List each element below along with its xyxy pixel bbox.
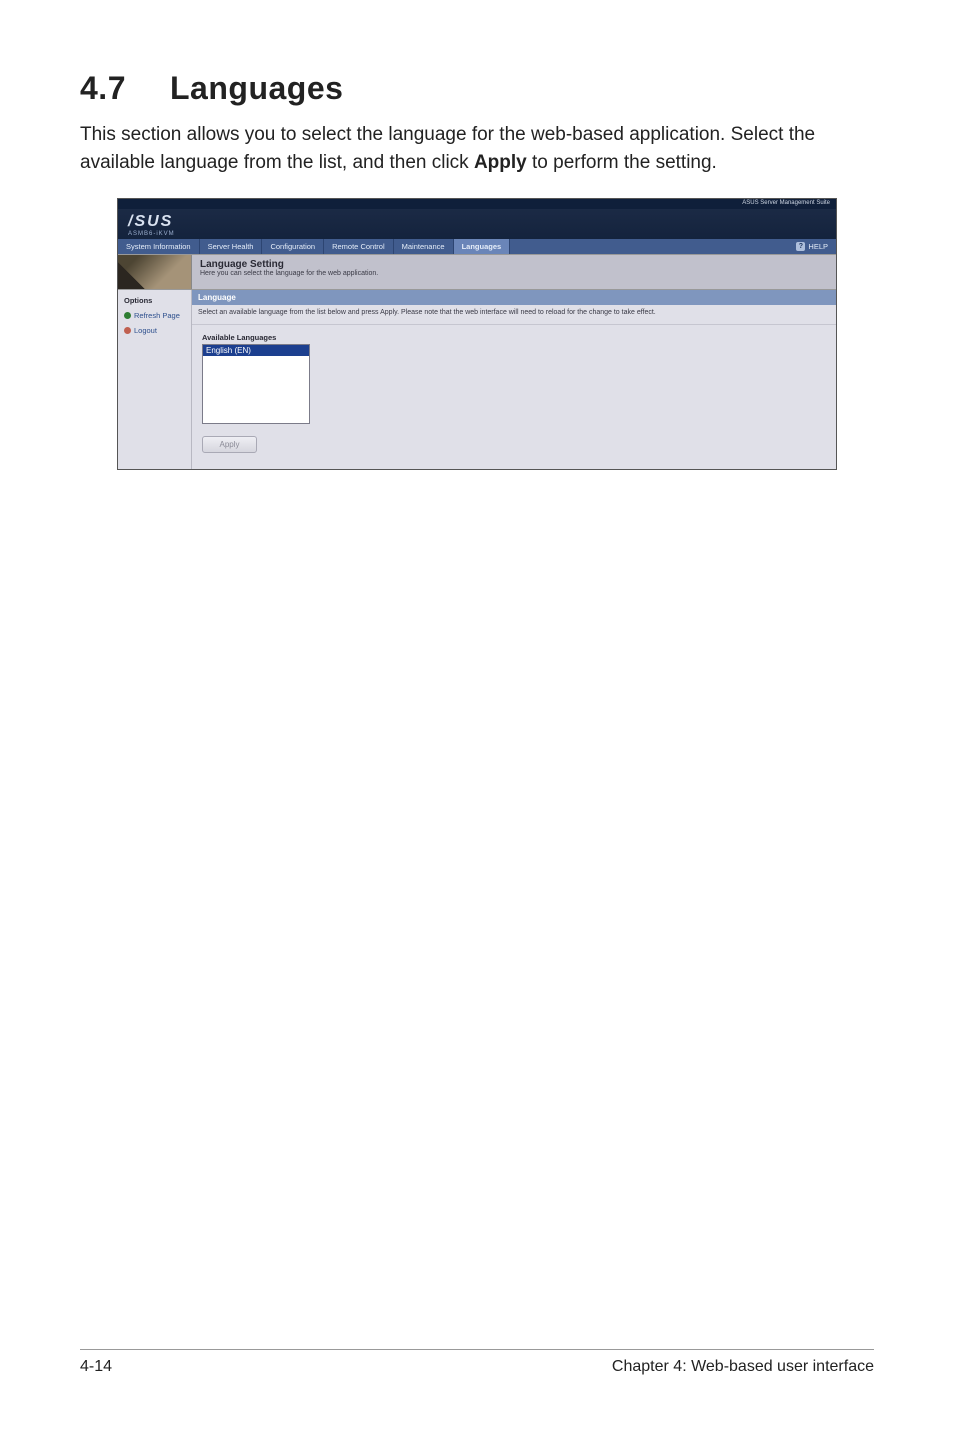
language-listbox[interactable]: English (EN) [202, 344, 310, 424]
tab-languages[interactable]: Languages [454, 239, 511, 254]
page-footer: 4-14 Chapter 4: Web-based user interface [80, 1349, 874, 1376]
refresh-icon [124, 312, 131, 319]
app-window: ASUS Server Management Suite /SUS ASMB6-… [117, 198, 837, 470]
section-title: Languages [170, 70, 343, 106]
help-link[interactable]: ? HELP [788, 239, 836, 254]
sidebar-item-label: Refresh Page [134, 311, 180, 320]
help-icon: ? [796, 242, 805, 251]
nav-tabs: System Information Server Health Configu… [118, 239, 836, 254]
header-bar: /SUS ASMB6-iKVM [118, 209, 836, 239]
section-number: 4.7 [80, 70, 170, 107]
brand-logo-text: /SUS [128, 213, 175, 231]
apply-button[interactable]: Apply [202, 436, 257, 453]
chapter-label: Chapter 4: Web-based user interface [612, 1358, 874, 1376]
screenshot-figure: ASUS Server Management Suite /SUS ASMB6-… [117, 198, 837, 470]
main-panel: Language Select an available language fr… [192, 290, 836, 469]
title-thumbnail-icon [118, 255, 192, 289]
intro-line2-post: to perform the setting. [527, 152, 717, 173]
tab-system-information[interactable]: System Information [118, 239, 200, 254]
window-titlebar: ASUS Server Management Suite [118, 199, 836, 209]
page-subtitle: Here you can select the language for the… [200, 270, 378, 277]
sidebar-title: Options [124, 296, 185, 305]
language-option-english[interactable]: English (EN) [203, 345, 309, 356]
page-title: Language Setting [200, 259, 378, 270]
tab-maintenance[interactable]: Maintenance [394, 239, 454, 254]
content-body: Options Refresh Page Logout Language Sel… [118, 290, 836, 469]
sidebar: Options Refresh Page Logout [118, 290, 192, 469]
window-title-text: ASUS Server Management Suite [742, 200, 830, 206]
panel-heading: Language [192, 290, 836, 305]
tab-server-health[interactable]: Server Health [200, 239, 263, 254]
panel-description: Select an available language from the li… [192, 305, 836, 325]
help-label: HELP [808, 242, 828, 251]
intro-apply-word: Apply [474, 152, 527, 173]
intro-line1: This section allows you to select the la… [80, 124, 725, 145]
sidebar-item-label: Logout [134, 326, 157, 335]
page-title-bar: Language Setting Here you can select the… [118, 254, 836, 290]
intro-paragraph: This section allows you to select the la… [80, 121, 874, 176]
brand-logo-sub: ASMB6-iKVM [128, 231, 175, 237]
title-text-block: Language Setting Here you can select the… [192, 255, 386, 289]
panel-body: Available Languages English (EN) Apply [192, 325, 836, 461]
tab-remote-control[interactable]: Remote Control [324, 239, 394, 254]
logout-icon [124, 327, 131, 334]
page-number: 4-14 [80, 1358, 112, 1376]
tab-configuration[interactable]: Configuration [262, 239, 324, 254]
sidebar-item-logout[interactable]: Logout [124, 326, 185, 335]
section-heading: 4.7Languages [80, 70, 874, 107]
sidebar-item-refresh[interactable]: Refresh Page [124, 311, 185, 320]
brand-logo: /SUS ASMB6-iKVM [128, 213, 175, 237]
available-languages-label: Available Languages [202, 333, 826, 342]
